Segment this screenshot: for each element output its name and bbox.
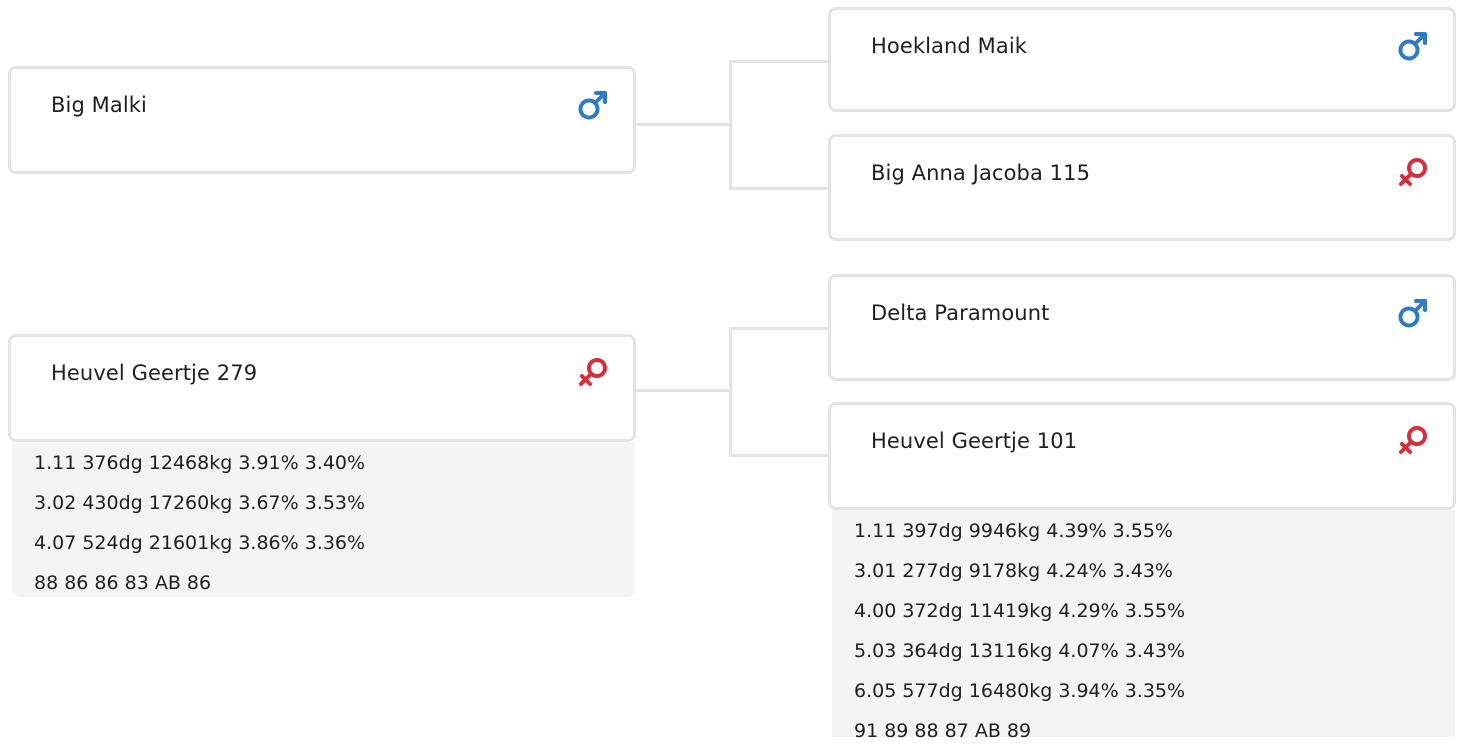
stats-line: 3.01 277dg 9178kg 4.24% 3.43%	[854, 560, 1173, 582]
stats-line: 4.00 372dg 11419kg 4.29% 3.55%	[854, 600, 1186, 622]
stats-line: 6.05 577dg 16480kg 3.94% 3.35%	[854, 680, 1186, 702]
connector-sire-to-sire	[729, 60, 829, 63]
animal-name: Delta Paramount	[871, 301, 1050, 325]
stats-line: 1.11 376dg 12468kg 3.91% 3.40%	[34, 452, 366, 474]
stats-line: 4.07 524dg 21601kg 3.86% 3.36%	[34, 532, 366, 554]
stats-line: 91 89 88 87 AB 89	[854, 720, 1032, 742]
animal-name: Hoekland Maik	[871, 34, 1028, 58]
connector-dam-to-sire	[729, 327, 829, 330]
male-symbol-icon	[1398, 32, 1427, 61]
stats-line: 88 86 86 83 AB 86	[34, 572, 212, 594]
animal-name: Heuvel Geertje 101	[871, 429, 1078, 453]
female-symbol-icon	[579, 358, 607, 386]
pedigree-card-maternal-granddam[interactable]: Heuvel Geertje 101	[828, 402, 1456, 510]
maternal-granddam-lactation-stats: 1.11 397dg 9946kg 4.39% 3.55% 3.01 277dg…	[832, 510, 1455, 742]
animal-name: Big Malki	[51, 93, 147, 117]
stats-line: 5.03 364dg 13116kg 4.07% 3.43%	[854, 640, 1186, 662]
pedigree-card-dam[interactable]: Heuvel Geertje 279	[8, 334, 636, 442]
connector-dam-to-dam	[729, 454, 829, 457]
animal-name: Big Anna Jacoba 115	[871, 161, 1091, 185]
pedigree-card-paternal-granddam[interactable]: Big Anna Jacoba 115	[828, 134, 1456, 241]
female-symbol-icon	[1399, 426, 1427, 454]
stats-line: 1.11 397dg 9946kg 4.39% 3.55%	[854, 520, 1173, 542]
pedigree-card-sire[interactable]: Big Malki	[8, 66, 636, 174]
pedigree-card-paternal-grandsire[interactable]: Hoekland Maik	[828, 7, 1456, 112]
animal-name: Heuvel Geertje 279	[51, 361, 258, 385]
connector-sire-stem	[634, 123, 730, 126]
dam-lactation-stats: 1.11 376dg 12468kg 3.91% 3.40% 3.02 430d…	[12, 442, 635, 597]
connector-dam-stem	[634, 389, 730, 392]
stats-line: 3.02 430dg 17260kg 3.67% 3.53%	[34, 492, 366, 514]
connector-dam-vertical	[729, 327, 732, 457]
connector-sire-vertical	[729, 60, 732, 190]
male-symbol-icon	[1398, 299, 1427, 328]
connector-sire-to-dam	[729, 187, 829, 190]
pedigree-card-maternal-grandsire[interactable]: Delta Paramount	[828, 274, 1456, 381]
male-symbol-icon	[578, 91, 607, 120]
female-symbol-icon	[1399, 158, 1427, 186]
